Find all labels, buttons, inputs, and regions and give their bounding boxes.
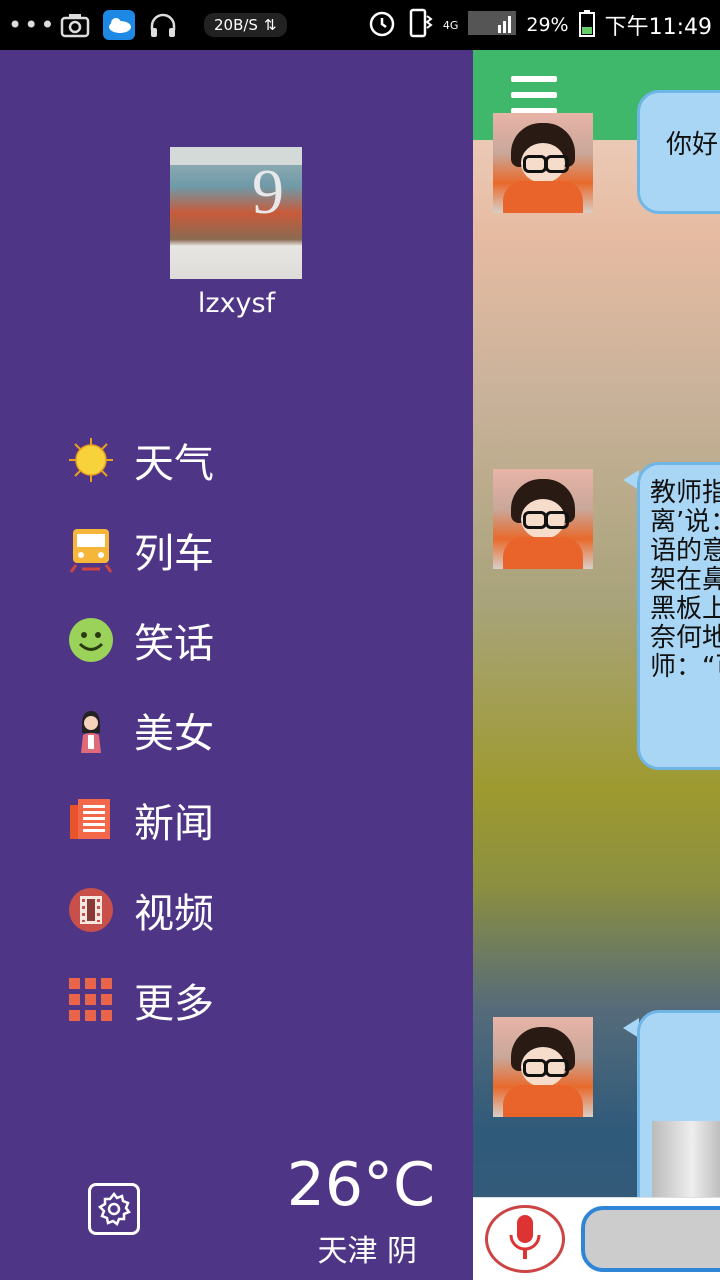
- phone-vibrate-icon: [407, 8, 433, 42]
- menu-toggle-button[interactable]: [511, 76, 557, 114]
- train-icon: [68, 527, 114, 573]
- input-bar: [473, 1197, 720, 1280]
- smiley-icon: [68, 617, 114, 663]
- message-line: 架在鼻: [650, 565, 720, 595]
- menu-label: 笑话: [134, 621, 214, 667]
- message-line: 语的意: [650, 536, 720, 566]
- bot-avatar: [493, 1017, 593, 1117]
- menu-item-train[interactable]: 列车: [68, 520, 214, 580]
- calendar-digit: 9: [252, 156, 284, 227]
- camera-icon: [58, 10, 92, 40]
- message-line: 黑板上: [650, 594, 720, 624]
- headphones-icon: [146, 10, 180, 40]
- sun-icon: [68, 437, 114, 483]
- menu-label: 美女: [134, 711, 214, 757]
- battery-percent: 29%: [526, 14, 569, 36]
- menu-label: 视频: [134, 891, 214, 937]
- alarm-icon: [367, 8, 397, 42]
- bot-avatar: [493, 469, 593, 569]
- network-type: 4G: [442, 18, 459, 32]
- signal-icon: [468, 9, 517, 41]
- microphone-icon: [509, 1215, 541, 1259]
- bot-avatar: [493, 113, 593, 213]
- battery-icon: [578, 9, 595, 41]
- film-icon: [68, 887, 114, 933]
- net-speed-text: 20B/S: [214, 16, 258, 34]
- clock: 下午11:49: [604, 15, 712, 40]
- menu-item-news[interactable]: 新闻: [68, 790, 214, 850]
- message-text: 你好: [666, 130, 719, 160]
- username: lzxysf: [197, 288, 276, 319]
- menu-item-weather[interactable]: 天气: [68, 430, 214, 490]
- voice-input-button[interactable]: [485, 1205, 565, 1273]
- menu-label: 更多: [134, 981, 214, 1027]
- message-line: 奈何地: [650, 623, 720, 653]
- gear-icon: [97, 1191, 131, 1226]
- woman-icon: [68, 707, 114, 753]
- message-line: 离’说：: [650, 507, 720, 537]
- navigation-drawer: 9 lzxysf 天气 列车 笑话 美女 新闻 视频 更多 26°C 天津 阴: [0, 50, 473, 1280]
- transfer-arrows-icon: ⇅: [263, 16, 277, 34]
- weather-temperature: 26°C: [286, 1150, 435, 1220]
- newspaper-icon: [68, 797, 114, 843]
- avatar[interactable]: 9: [170, 147, 302, 279]
- message-input[interactable]: [581, 1206, 720, 1272]
- weather-location: 天津 阴: [317, 1234, 417, 1269]
- menu-item-beauty[interactable]: 美女: [68, 700, 214, 760]
- menu-item-jokes[interactable]: 笑话: [68, 610, 214, 670]
- menu-item-video[interactable]: 视频: [68, 880, 214, 940]
- message-line: 教师指: [650, 478, 720, 508]
- chat-bubble: 教师指 离’说： 语的意 架在鼻 黑板上 奈何地 师：“可: [637, 462, 720, 770]
- net-speed-indicator: 20B/S ⇅: [204, 13, 287, 37]
- grid-icon: [68, 977, 114, 1023]
- settings-button[interactable]: [88, 1183, 140, 1235]
- menu-label: 列车: [134, 531, 214, 577]
- chat-bubble: 你好: [637, 90, 720, 214]
- menu-label: 新闻: [134, 801, 214, 847]
- cloud-app-icon: [102, 10, 136, 40]
- chat-panel: 你好 教师指 离’说： 语的意 架在鼻 黑板上 奈何地 师：“可: [473, 50, 720, 1280]
- menu-label: 天气: [134, 441, 214, 487]
- status-bar: ••• 20B/S ⇅ 4G 29% 下午11:49: [0, 0, 720, 50]
- overflow-dots-icon: •••: [8, 11, 57, 39]
- message-line: 师：“可: [650, 652, 720, 682]
- menu-item-more[interactable]: 更多: [68, 970, 214, 1030]
